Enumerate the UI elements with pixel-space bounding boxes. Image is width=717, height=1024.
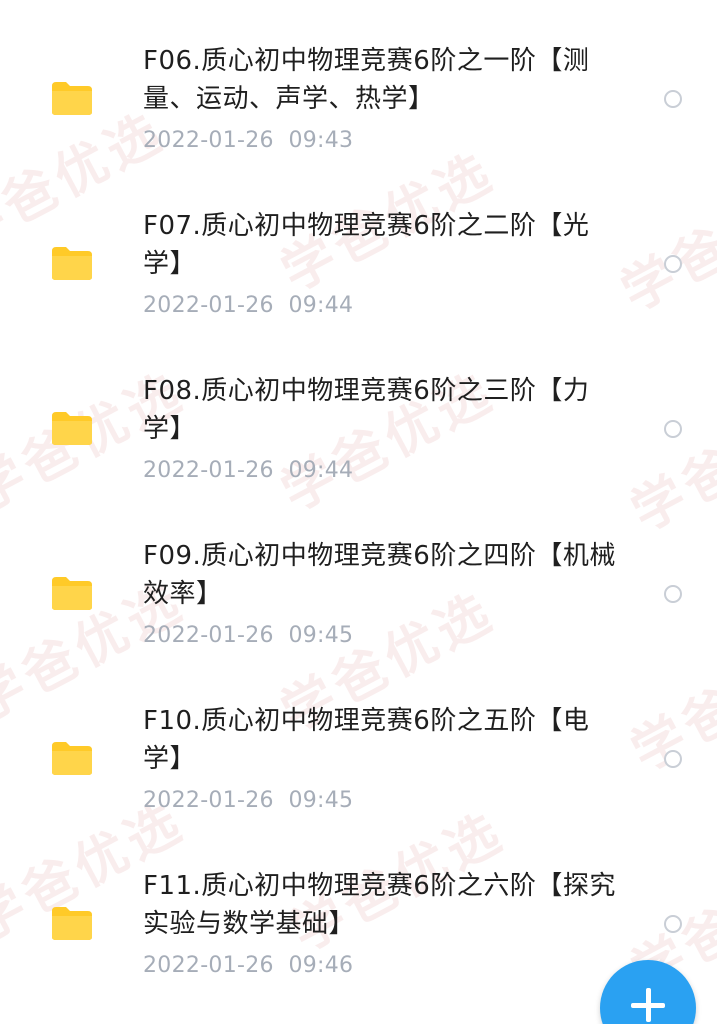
select-radio-icon[interactable] <box>664 420 682 438</box>
file-name: F08.质心初中物理竞赛6阶之三阶【力学】 <box>143 376 590 444</box>
folder-icon <box>50 410 94 446</box>
select-radio-icon[interactable] <box>664 255 682 273</box>
file-name: F10.质心初中物理竞赛6阶之五阶【电学】 <box>143 706 590 774</box>
file-date: 2022-01-26 09:43 <box>143 128 354 153</box>
file-row[interactable]: F10.质心初中物理竞赛6阶之五阶【电学】 2022-01-26 09:45 <box>0 690 717 855</box>
file-row[interactable]: F09.质心初中物理竞赛6阶之四阶【机械效率】 2022-01-26 09:45 <box>0 525 717 690</box>
file-name: F07.质心初中物理竞赛6阶之二阶【光学】 <box>143 211 590 279</box>
file-date: 2022-01-26 09:45 <box>143 623 354 648</box>
folder-icon <box>50 575 94 611</box>
select-radio-icon[interactable] <box>664 915 682 933</box>
file-name: F06.质心初中物理竞赛6阶之一阶【测量、运动、声学、热学】 <box>143 46 590 114</box>
plus-icon <box>631 988 665 1022</box>
select-radio-icon[interactable] <box>664 90 682 108</box>
file-list-screen: 学爸优选 学爸优选 学爸优选 学爸优选 学爸优选 学爸优选 学爸优选 学爸优选 … <box>0 0 717 1024</box>
folder-icon <box>50 740 94 776</box>
folder-icon <box>50 245 94 281</box>
file-date: 2022-01-26 09:44 <box>143 293 354 318</box>
file-date: 2022-01-26 09:46 <box>143 953 354 978</box>
folder-icon <box>50 80 94 116</box>
file-row[interactable]: F07.质心初中物理竞赛6阶之二阶【光学】 2022-01-26 09:44 <box>0 195 717 360</box>
file-row[interactable]: F08.质心初中物理竞赛6阶之三阶【力学】 2022-01-26 09:44 <box>0 360 717 525</box>
file-date: 2022-01-26 09:45 <box>143 788 354 813</box>
select-radio-icon[interactable] <box>664 585 682 603</box>
file-name: F11.质心初中物理竞赛6阶之六阶【探究实验与数学基础】 <box>143 871 616 939</box>
file-name: F09.质心初中物理竞赛6阶之四阶【机械效率】 <box>143 541 616 609</box>
select-radio-icon[interactable] <box>664 750 682 768</box>
file-row[interactable]: F06.质心初中物理竞赛6阶之一阶【测量、运动、声学、热学】 2022-01-2… <box>0 30 717 195</box>
file-date: 2022-01-26 09:44 <box>143 458 354 483</box>
folder-icon <box>50 905 94 941</box>
